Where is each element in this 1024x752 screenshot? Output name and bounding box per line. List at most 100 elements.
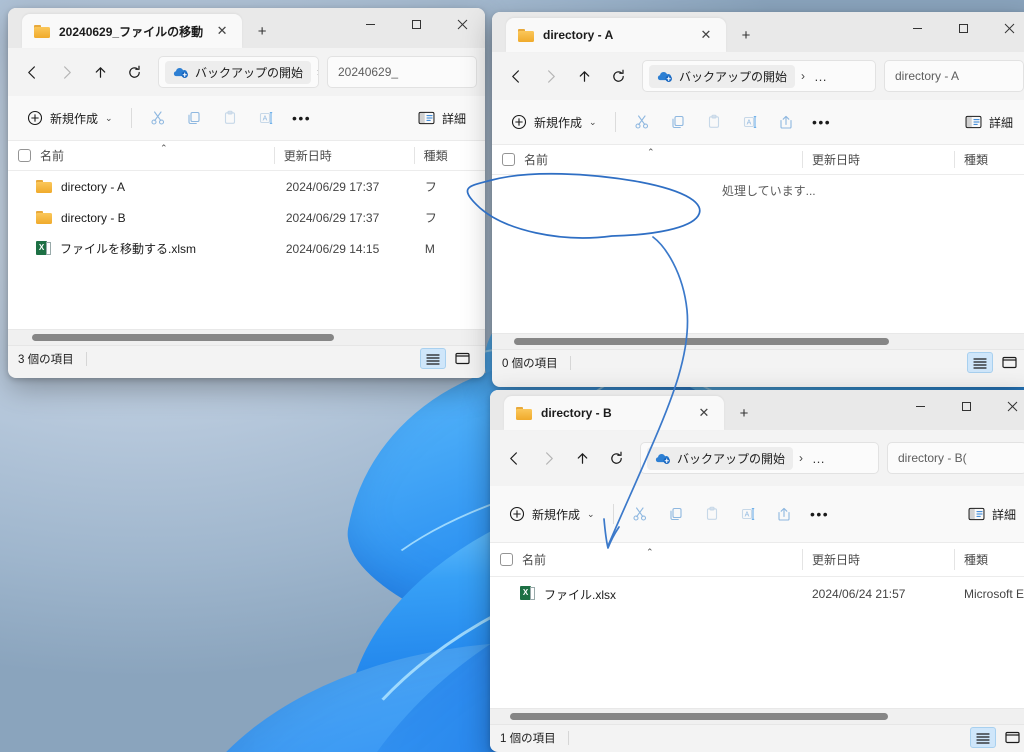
paste-button[interactable] xyxy=(695,499,729,529)
details-pane-button[interactable] xyxy=(449,348,475,369)
list-view-button[interactable] xyxy=(967,352,993,373)
select-all-checkbox[interactable] xyxy=(500,553,513,566)
tab-close-button[interactable]: ✕ xyxy=(212,21,232,41)
forward-button[interactable] xyxy=(534,60,566,92)
new-button[interactable]: 新規作成 ⌄ xyxy=(18,105,122,132)
column-type[interactable]: 種類 xyxy=(954,145,1024,174)
select-all-checkbox[interactable] xyxy=(502,153,515,166)
rename-button[interactable]: A xyxy=(733,107,767,137)
table-row[interactable]: ファイル.xlsx 2024/06/24 21:57 Microsoft E xyxy=(490,577,1024,611)
breadcrumb-backup[interactable]: バックアップの開始 xyxy=(649,64,796,88)
horizontal-scrollbar[interactable] xyxy=(490,708,1024,724)
list-view-button[interactable] xyxy=(970,727,996,748)
breadcrumb-overflow-button[interactable]: … xyxy=(811,69,831,84)
breadcrumb-separator[interactable]: › xyxy=(315,65,318,79)
paste-button[interactable] xyxy=(697,107,731,137)
details-button[interactable]: 詳細 xyxy=(956,109,1022,136)
minimize-button[interactable] xyxy=(897,390,943,422)
more-options-button[interactable]: ••• xyxy=(805,107,839,137)
breadcrumb-backup[interactable]: バックアップの開始 xyxy=(165,60,312,84)
maximize-button[interactable] xyxy=(943,390,989,422)
cut-button[interactable] xyxy=(623,499,657,529)
back-button[interactable] xyxy=(500,60,532,92)
new-tab-button[interactable]: + xyxy=(248,17,276,45)
maximize-button[interactable] xyxy=(393,8,439,40)
explorer-window-main[interactable]: 20240629_ファイルの移動 ✕ + バックアップの開始 20240629_… xyxy=(8,8,485,378)
table-row[interactable]: directory - A 2024/06/29 17:37 フ xyxy=(8,171,485,202)
address-text-field[interactable]: 20240629_ xyxy=(327,56,477,88)
details-button[interactable]: 詳細 xyxy=(409,105,475,132)
address-text-field[interactable]: directory - A xyxy=(884,60,1024,92)
paste-button[interactable] xyxy=(213,103,247,133)
cut-button[interactable] xyxy=(141,103,175,133)
file-list[interactable]: 処理しています... xyxy=(492,175,1024,333)
tab-close-button[interactable]: ✕ xyxy=(696,25,716,45)
close-button[interactable] xyxy=(989,390,1024,422)
details-pane-button[interactable] xyxy=(999,727,1024,748)
details-button[interactable]: 詳細 xyxy=(959,501,1024,528)
address-bar[interactable]: バックアップの開始 › xyxy=(158,56,319,88)
column-modified[interactable]: 更新日時 xyxy=(802,543,954,576)
table-row[interactable]: ファイルを移動する.xlsm 2024/06/29 14:15 M xyxy=(8,233,485,264)
tab-close-button[interactable]: ✕ xyxy=(694,403,714,423)
column-type[interactable]: 種類 xyxy=(413,141,485,170)
copy-button[interactable] xyxy=(661,107,695,137)
new-button[interactable]: 新規作成 ⌄ xyxy=(502,109,606,136)
close-button[interactable] xyxy=(986,12,1024,44)
new-tab-button[interactable]: + xyxy=(732,21,760,49)
horizontal-scrollbar[interactable] xyxy=(8,329,485,345)
new-tab-button[interactable]: + xyxy=(730,399,758,427)
rename-button[interactable]: A xyxy=(731,499,765,529)
column-type[interactable]: 種類 xyxy=(954,543,1024,576)
breadcrumb-overflow-button[interactable]: … xyxy=(809,451,829,466)
refresh-button[interactable] xyxy=(600,442,632,474)
explorer-window-directory-a[interactable]: directory - A ✕ + バックアップの開始 › … director… xyxy=(492,12,1024,387)
new-button[interactable]: 新規作成 ⌄ xyxy=(500,501,604,528)
scrollbar-thumb[interactable] xyxy=(514,338,889,345)
cut-button[interactable] xyxy=(625,107,659,137)
column-modified[interactable]: 更新日時 xyxy=(802,145,954,174)
title-bar[interactable]: directory - B ✕ + xyxy=(490,390,1024,430)
tab-directory-b[interactable]: directory - B ✕ xyxy=(504,396,724,430)
tab-directory-a[interactable]: directory - A ✕ xyxy=(506,18,726,52)
file-list[interactable]: directory - A 2024/06/29 17:37 フ directo… xyxy=(8,171,485,329)
breadcrumb-separator[interactable]: › xyxy=(799,69,807,83)
column-name[interactable]: 名前 ⌃ xyxy=(492,145,802,174)
copy-button[interactable] xyxy=(177,103,211,133)
more-options-button[interactable]: ••• xyxy=(803,499,837,529)
maximize-button[interactable] xyxy=(940,12,986,44)
up-button[interactable] xyxy=(566,442,598,474)
explorer-window-directory-b[interactable]: directory - B ✕ + バックアップの開始 › … director… xyxy=(490,390,1024,752)
address-text-field[interactable]: directory - B( xyxy=(887,442,1024,474)
breadcrumb-separator[interactable]: › xyxy=(797,451,805,465)
share-button[interactable] xyxy=(769,107,803,137)
more-options-button[interactable]: ••• xyxy=(285,103,319,133)
back-button[interactable] xyxy=(16,56,48,88)
up-button[interactable] xyxy=(568,60,600,92)
table-row[interactable]: directory - B 2024/06/29 17:37 フ xyxy=(8,202,485,233)
select-all-checkbox[interactable] xyxy=(18,149,31,162)
refresh-button[interactable] xyxy=(602,60,634,92)
details-pane-button[interactable] xyxy=(996,352,1022,373)
up-button[interactable] xyxy=(84,56,116,88)
share-button[interactable] xyxy=(767,499,801,529)
copy-button[interactable] xyxy=(659,499,693,529)
scrollbar-thumb[interactable] xyxy=(32,334,334,341)
column-name[interactable]: 名前 ⌃ xyxy=(8,141,274,170)
forward-button[interactable] xyxy=(532,442,564,474)
back-button[interactable] xyxy=(498,442,530,474)
horizontal-scrollbar[interactable] xyxy=(492,333,1024,349)
refresh-button[interactable] xyxy=(118,56,150,88)
address-bar[interactable]: バックアップの開始 › … xyxy=(642,60,876,92)
file-list[interactable]: ファイル.xlsx 2024/06/24 21:57 Microsoft E xyxy=(490,577,1024,708)
forward-button[interactable] xyxy=(50,56,82,88)
column-name[interactable]: 名前 ⌃ xyxy=(490,543,802,576)
rename-button[interactable]: A xyxy=(249,103,283,133)
title-bar[interactable]: 20240629_ファイルの移動 ✕ + xyxy=(8,8,485,48)
minimize-button[interactable] xyxy=(347,8,393,40)
breadcrumb-backup[interactable]: バックアップの開始 xyxy=(647,446,794,470)
address-bar[interactable]: バックアップの開始 › … xyxy=(640,442,879,474)
scrollbar-thumb[interactable] xyxy=(510,713,888,720)
close-button[interactable] xyxy=(439,8,485,40)
list-view-button[interactable] xyxy=(420,348,446,369)
